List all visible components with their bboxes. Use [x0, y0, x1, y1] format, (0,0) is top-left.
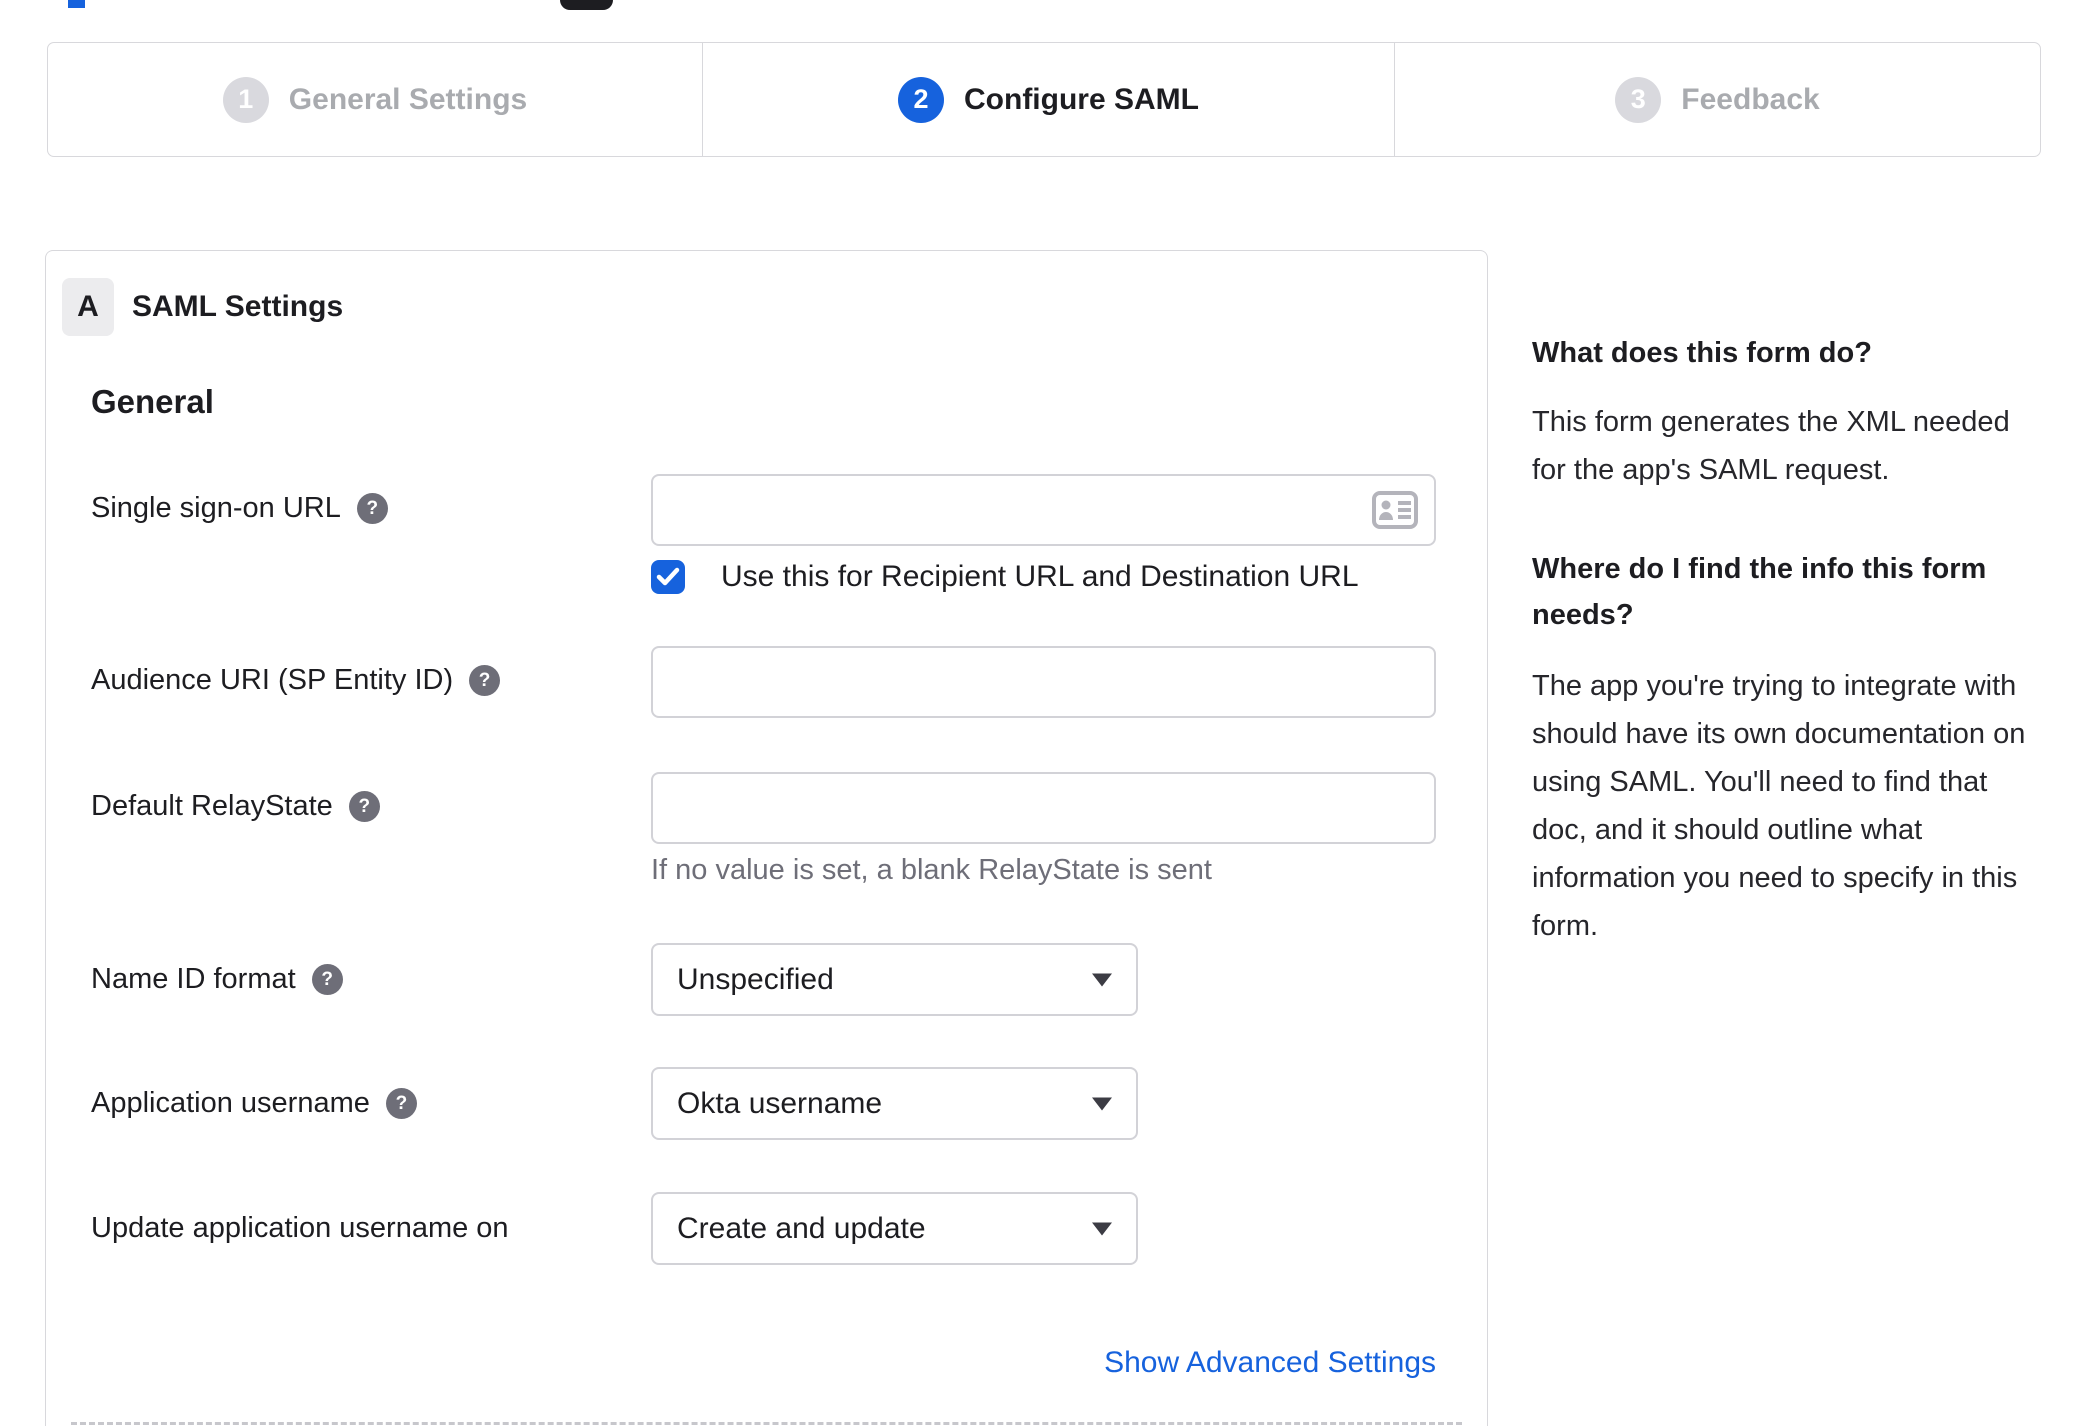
relaystate-helper-text: If no value is set, a blank RelayState i…	[651, 854, 1212, 886]
select-value: Create and update	[677, 1211, 926, 1245]
help-question-2: Where do I find the info this form needs…	[1532, 553, 1987, 631]
step-number-badge: 1	[222, 76, 269, 123]
checkmark-icon	[656, 567, 680, 586]
update-username-on-select[interactable]: Create and update	[651, 1192, 1138, 1265]
help-answer-2: The app you're trying to integrate with …	[1532, 670, 2026, 942]
step-label: Feedback	[1681, 82, 1820, 116]
help-icon[interactable]: ?	[311, 964, 343, 995]
single-sign-on-url-label: Single sign-on URL ?	[91, 492, 388, 525]
general-section-heading: General	[91, 383, 214, 420]
field-label-text: Default RelayState	[91, 790, 333, 822]
caret-down-icon	[1092, 973, 1112, 986]
step-feedback[interactable]: 3 Feedback	[1394, 43, 2040, 156]
update-username-on-label: Update application username on	[91, 1212, 509, 1245]
caret-down-icon	[1092, 1097, 1112, 1110]
help-sidebar: What does this form do? This form genera…	[1532, 330, 2044, 950]
recipient-url-checkbox-row: Use this for Recipient URL and Destinati…	[651, 559, 1359, 595]
single-sign-on-url-field-wrap	[651, 474, 1436, 546]
help-icon[interactable]: ?	[469, 665, 501, 696]
cutoff-blue-fragment	[68, 0, 85, 8]
select-value: Okta username	[677, 1086, 883, 1120]
field-label-text: Update application username on	[91, 1212, 509, 1244]
wizard-stepper: 1 General Settings 2 Configure SAML 3 Fe…	[47, 42, 2041, 157]
field-label-text: Name ID format	[91, 963, 296, 995]
section-divider-dashed	[71, 1422, 1462, 1425]
step-label: Configure SAML	[964, 82, 1199, 116]
default-relaystate-input[interactable]	[651, 772, 1436, 844]
cutoff-dark-fragment	[560, 0, 613, 10]
saml-settings-panel: A SAML Settings General Single sign-on U…	[45, 250, 1488, 1426]
step-configure-saml[interactable]: 2 Configure SAML	[702, 43, 1394, 156]
audience-uri-label: Audience URI (SP Entity ID) ?	[91, 664, 501, 697]
step-number-badge: 2	[898, 76, 944, 123]
field-label-text: Audience URI (SP Entity ID)	[91, 664, 454, 696]
step-label: General Settings	[288, 82, 528, 116]
help-icon[interactable]: ?	[348, 791, 380, 822]
show-advanced-settings-link[interactable]: Show Advanced Settings	[651, 1346, 1436, 1380]
address-card-icon[interactable]	[1372, 491, 1418, 529]
name-id-format-label: Name ID format ?	[91, 963, 343, 996]
audience-uri-input[interactable]	[651, 646, 1436, 718]
recipient-url-checkbox-label[interactable]: Use this for Recipient URL and Destinati…	[721, 560, 1359, 594]
help-question-1: What does this form do?	[1532, 337, 1872, 369]
field-label-text: Single sign-on URL	[91, 492, 341, 524]
application-username-label: Application username ?	[91, 1087, 417, 1120]
help-icon[interactable]: ?	[356, 493, 388, 524]
section-letter-badge: A	[62, 278, 114, 336]
field-label-text: Application username	[91, 1087, 370, 1119]
step-number-badge: 3	[1615, 76, 1662, 123]
name-id-format-select[interactable]: Unspecified	[651, 943, 1138, 1016]
recipient-url-checkbox[interactable]	[651, 560, 685, 594]
application-username-select[interactable]: Okta username	[651, 1067, 1138, 1140]
select-value: Unspecified	[677, 962, 834, 996]
caret-down-icon	[1092, 1222, 1112, 1235]
panel-title: SAML Settings	[132, 290, 344, 323]
single-sign-on-url-input[interactable]	[651, 474, 1436, 546]
default-relaystate-label: Default RelayState ?	[91, 790, 380, 823]
help-icon[interactable]: ?	[385, 1088, 417, 1119]
help-answer-1: This form generates the XML needed for t…	[1532, 406, 2010, 486]
step-general-settings[interactable]: 1 General Settings	[48, 43, 702, 156]
